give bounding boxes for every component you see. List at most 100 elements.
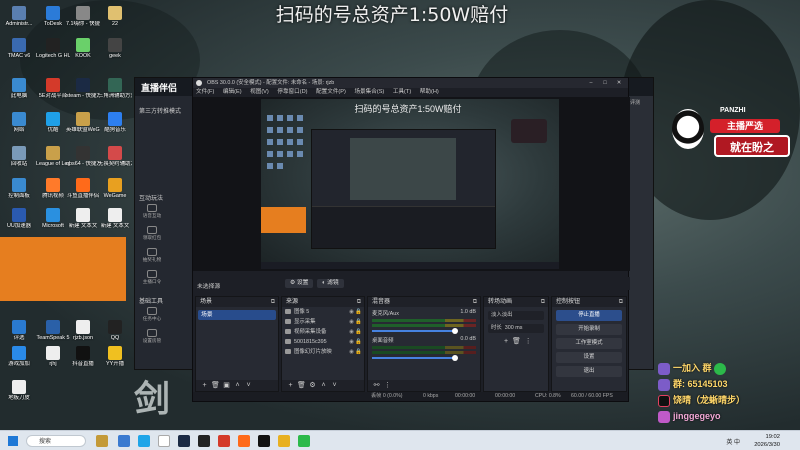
dock-float-icon[interactable]: ⧉ <box>619 297 623 307</box>
maximize-icon[interactable]: □ <box>598 78 612 88</box>
visibility-icon[interactable]: ◉ <box>349 308 354 317</box>
desktop-icon[interactable]: 22 <box>98 4 132 38</box>
desktop-icon[interactable]: obs64 - 快捷方式 <box>66 144 100 178</box>
desktop-icon[interactable]: League of Legends... <box>36 144 70 178</box>
tool-voice[interactable]: 语音互动 <box>140 204 164 222</box>
edge-icon[interactable] <box>138 435 150 447</box>
desktop-icon[interactable]: 抖音直播 <box>66 344 100 378</box>
source-item[interactable]: 图像幻灯片放映 ◉ 🔒 <box>282 348 364 357</box>
menu-help[interactable]: 帮助(H) <box>420 89 439 95</box>
lock-icon[interactable]: 🔒 <box>355 328 362 337</box>
scene-item[interactable]: 场景 <box>198 310 276 320</box>
live-app-icon[interactable] <box>238 435 250 447</box>
visibility-icon[interactable]: ◉ <box>349 348 354 357</box>
add-transition-icon[interactable]: + <box>504 338 508 345</box>
desktop-icon[interactable]: 三角洲辅助方式 <box>98 76 132 110</box>
lock-icon[interactable]: 🔒 <box>355 308 362 317</box>
close-icon[interactable]: ✕ <box>612 78 626 88</box>
dock-float-icon[interactable]: ⧉ <box>541 297 545 307</box>
taskbar-search[interactable]: 搜索 <box>26 435 86 447</box>
source-item[interactable]: 视频采集设备 ◉ 🔒 <box>282 328 364 337</box>
move-down-icon[interactable]: ˅ <box>243 382 254 389</box>
tool-lottery[interactable]: 抽奖礼物 <box>140 248 164 266</box>
remove-transition-icon[interactable]: 🗑 <box>512 338 521 345</box>
menu-profile[interactable]: 配置文件(P) <box>316 89 346 95</box>
menu-scene-collection[interactable]: 场景集合(S) <box>354 89 384 95</box>
game-icon[interactable] <box>218 435 230 447</box>
wegame-icon[interactable] <box>278 435 290 447</box>
douyin-icon[interactable] <box>258 435 270 447</box>
obs-titlebar[interactable]: OBS 30.0.0 (安全模式) - 配置文件: 未命名 - 场景: rjzb… <box>193 78 628 88</box>
desktop-icon[interactable]: 无畏契约辅助方式 <box>98 144 132 178</box>
volume-slider[interactable] <box>372 355 459 361</box>
desktop-icon[interactable]: 地板刀皮 <box>2 378 36 412</box>
desktop-icon[interactable]: UU加速器 <box>2 206 36 240</box>
obs-preview[interactable]: 扫码的号总资产1:50W赔付 <box>193 97 630 271</box>
wechat-taskbar-icon[interactable] <box>298 435 310 447</box>
desktop-icon[interactable]: KOOK <box>66 36 100 70</box>
stop-streaming-button[interactable]: 停止直播 <box>556 310 622 321</box>
lock-icon[interactable]: 🔒 <box>355 318 362 327</box>
visibility-icon[interactable]: ◉ <box>349 328 354 337</box>
desktop-icon[interactable]: WeGame <box>98 176 132 210</box>
scene-filter-icon[interactable]: ▣ <box>221 381 232 389</box>
desktop-icon[interactable]: 优酷 <box>36 110 70 144</box>
menu-icon[interactable]: ⋮ <box>382 381 393 389</box>
add-source-icon[interactable]: + <box>285 382 296 389</box>
visibility-icon[interactable]: ◉ <box>349 338 354 347</box>
preview-canvas[interactable]: 扫码的号总资产1:50W赔付 <box>261 99 559 269</box>
desktop-icon[interactable]: 新建 文本文 <box>98 206 132 240</box>
desktop-icon[interactable]: 腾讯视频 <box>36 176 70 210</box>
menu-icon[interactable]: ⋮ <box>525 338 532 345</box>
remove-scene-icon[interactable]: 🗑 <box>210 381 221 389</box>
duration-field[interactable]: 时长 300 ms <box>488 324 544 333</box>
desktop-icon[interactable]: 网络 <box>2 110 36 144</box>
desktop-icon[interactable]: 控制面板 <box>2 176 36 210</box>
studio-mode-button[interactable]: 工作室模式 <box>556 338 622 349</box>
move-up-icon[interactable]: ˄ <box>318 382 329 389</box>
desktop-icon[interactable]: rjhj <box>36 344 70 378</box>
menu-edit[interactable]: 编辑(E) <box>223 89 242 95</box>
taskbar-clock[interactable]: 19:02 2026/3/30 <box>754 433 780 449</box>
source-item[interactable]: 显示采集 ◉ 🔒 <box>282 318 364 327</box>
desktop-icon[interactable]: TMAC v6 <box>2 36 36 70</box>
lock-icon[interactable]: 🔒 <box>355 338 362 347</box>
transition-select[interactable]: 淡入淡出 <box>488 311 544 320</box>
tool-passcode[interactable]: 主播口令 <box>140 270 164 288</box>
windows-start-icon[interactable] <box>8 436 18 446</box>
move-up-icon[interactable]: ˄ <box>232 382 243 389</box>
source-item[interactable]: 5001815c395 ◉ 🔒 <box>282 338 364 347</box>
desktop-icon[interactable]: 酷狗音乐 <box>98 110 132 144</box>
volume-slider[interactable] <box>372 328 459 334</box>
settings-button[interactable]: 设置 <box>556 352 622 363</box>
exit-button[interactable]: 退出 <box>556 366 622 377</box>
desktop-icon[interactable]: Microsoft <box>36 206 70 240</box>
obs-window[interactable]: OBS 30.0.0 (安全模式) - 配置文件: 未命名 - 场景: rjzb… <box>192 77 630 402</box>
properties-button[interactable]: ⚙ 设置 <box>285 279 314 288</box>
obs-icon[interactable] <box>198 435 210 447</box>
dock-float-icon[interactable]: ⧉ <box>357 297 361 307</box>
tool-tasks[interactable]: 任务中心 <box>140 307 164 325</box>
task-view-icon[interactable] <box>118 435 130 447</box>
file-explorer-icon[interactable] <box>96 435 108 447</box>
chrome-icon[interactable] <box>158 435 170 447</box>
system-tray[interactable]: 英 中 <box>726 437 740 446</box>
desktop-icon[interactable]: geek <box>98 36 132 70</box>
desktop-icon[interactable]: 新建 文本文 <box>66 206 100 240</box>
desktop-icon[interactable]: 此电脑 <box>2 76 36 110</box>
dock-float-icon[interactable]: ⧉ <box>473 297 477 307</box>
source-item[interactable]: 图像 5 ◉ 🔒 <box>282 308 364 317</box>
desktop-icon[interactable]: 斗鱼直播伴侣 <box>66 176 100 210</box>
visibility-icon[interactable]: ◉ <box>349 318 354 327</box>
steam-icon[interactable] <box>178 435 190 447</box>
desktop-icon[interactable]: 游戏加加 <box>2 344 36 378</box>
desktop-icon[interactable]: Logitech G HUB <box>36 36 70 70</box>
desktop-icon[interactable]: ToDesk <box>36 4 70 38</box>
desktop-icon[interactable]: 7.1嗨你 - 快捷方式 <box>66 4 100 38</box>
move-down-icon[interactable]: ˅ <box>329 382 340 389</box>
menu-tools[interactable]: 工具(T) <box>393 89 411 95</box>
desktop-icon[interactable]: Administr... <box>2 4 36 38</box>
menu-docks[interactable]: 停靠窗口(D) <box>277 89 307 95</box>
desktop-icon[interactable]: 回收站 <box>2 144 36 178</box>
desktop-icon[interactable]: steam - 快捷方式 <box>66 76 100 110</box>
